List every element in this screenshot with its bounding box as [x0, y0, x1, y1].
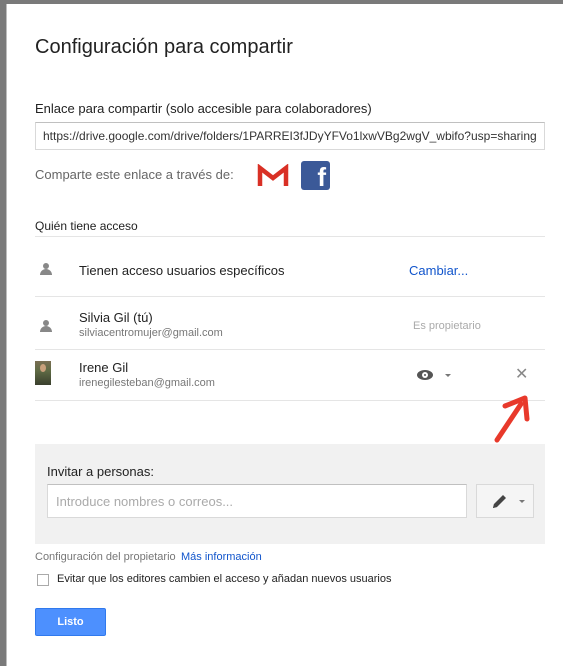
done-button[interactable]: Listo	[35, 608, 106, 636]
more-info-link[interactable]: Más información	[181, 551, 262, 563]
prevent-editors-label: Evitar que los editores cambien el acces…	[57, 573, 392, 585]
owner-email: silviacentromujer@gmail.com	[79, 327, 223, 339]
change-access-link[interactable]: Cambiar...	[409, 263, 468, 278]
access-type-label: Tienen acceso usuarios específicos	[79, 263, 285, 278]
gmail-icon[interactable]	[257, 164, 289, 188]
divider	[35, 349, 545, 350]
invite-input[interactable]	[47, 484, 467, 518]
pencil-icon	[493, 495, 506, 508]
person-icon	[39, 320, 53, 332]
annotation-arrow-icon	[494, 395, 530, 443]
invite-label: Invitar a personas:	[47, 464, 154, 479]
chevron-down-icon	[519, 500, 525, 503]
avatar	[35, 361, 51, 385]
dialog-title: Configuración para compartir	[35, 36, 293, 58]
owner-role-label: Es propietario	[413, 320, 481, 332]
prevent-editors-checkbox[interactable]	[37, 574, 49, 586]
who-has-access-label: Quién tiene acceso	[35, 219, 138, 233]
people-icon	[39, 263, 53, 275]
eye-icon	[417, 370, 433, 380]
permission-dropdown[interactable]	[417, 368, 465, 386]
share-settings-dialog: Configuración para compartir Enlace para…	[6, 4, 563, 666]
remove-collaborator-button[interactable]: ✕	[515, 367, 528, 383]
owner-settings-label: Configuración del propietario	[35, 551, 176, 563]
divider	[35, 400, 545, 401]
collaborator-name: Irene Gil	[79, 360, 129, 375]
share-link-label: Enlace para compartir (solo accesible pa…	[35, 101, 372, 116]
share-via-label: Comparte este enlace a través de:	[35, 167, 234, 182]
facebook-icon[interactable]: f	[301, 161, 330, 190]
divider	[35, 236, 545, 237]
share-link-field[interactable]: https://drive.google.com/drive/folders/1…	[35, 122, 545, 150]
invite-panel: Invitar a personas:	[35, 444, 545, 544]
invite-permission-button[interactable]	[476, 484, 534, 518]
owner-name: Silvia Gil (tú)	[79, 310, 153, 325]
collaborator-email: irenegilesteban@gmail.com	[79, 377, 215, 389]
chevron-down-icon	[445, 374, 451, 377]
divider	[35, 296, 545, 297]
